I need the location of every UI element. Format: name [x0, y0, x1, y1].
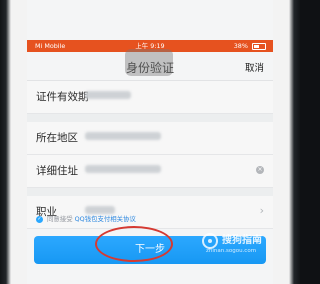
title-highlight-box: [125, 49, 173, 76]
blurred-region-value: [85, 132, 161, 140]
watermark-title: 搜狗指南: [222, 235, 262, 246]
form-gap: [27, 114, 273, 122]
region-label: 所在地区: [36, 132, 78, 144]
agreement-link[interactable]: QQ钱包支付相关协议: [75, 215, 136, 223]
blurred-address-value: [85, 165, 161, 173]
occupation-row[interactable]: 职业 ›: [27, 196, 273, 229]
watermark-url: zhinan.sogou.com: [206, 248, 257, 254]
address-label: 详细住址: [36, 165, 78, 177]
region-row[interactable]: 所在地区: [27, 122, 273, 155]
form-gap: [27, 188, 273, 196]
cancel-button[interactable]: 取消: [245, 60, 264, 74]
screenshot-stage: Mi Mobile 上午 9:19 38% 身份验证 取消 证件有效期 所在地区…: [0, 0, 300, 284]
battery-icon: [252, 42, 266, 50]
blurred-validity-value: [85, 91, 131, 99]
battery-status: 38%: [234, 40, 266, 52]
clear-icon[interactable]: ×: [256, 166, 264, 174]
validity-row[interactable]: 证件有效期: [27, 81, 273, 114]
agreement-consent[interactable]: ✓ 同意接受 QQ钱包支付相关协议: [36, 214, 136, 223]
identity-form: 证件有效期 所在地区 详细住址 × 职业 ›: [27, 81, 273, 229]
check-circle-icon[interactable]: ✓: [36, 215, 43, 223]
blurred-occupation-value: [85, 206, 115, 214]
sogou-watermark: 搜狗指南 zhinan.sogou.com: [202, 230, 272, 260]
sogou-logo: [202, 233, 218, 249]
carrier-label: Mi Mobile: [35, 42, 66, 50]
battery-percent: 38%: [233, 42, 248, 50]
validity-label: 证件有效期: [36, 91, 89, 103]
address-row[interactable]: 详细住址 ×: [27, 155, 273, 188]
agreement-prefix: 同意接受: [47, 215, 73, 223]
next-button-circle: [95, 226, 173, 262]
chevron-right-icon: ›: [259, 204, 264, 217]
